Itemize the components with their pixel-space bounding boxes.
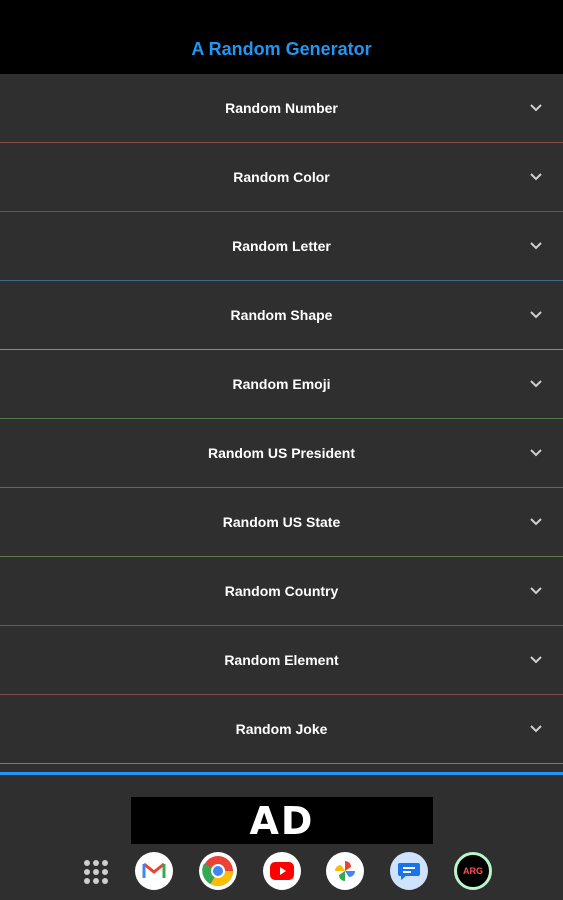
apps-grid-icon[interactable] — [84, 860, 108, 884]
accordion-random-letter[interactable]: Random Letter — [0, 212, 563, 281]
accordion-random-country[interactable]: Random Country — [0, 557, 563, 626]
ad-banner[interactable]: AD — [131, 797, 433, 844]
chevron-down-icon — [530, 104, 542, 112]
accordion-random-number[interactable]: Random Number — [0, 74, 563, 143]
accordion-label: Random US President — [207, 445, 356, 461]
accordion-random-color[interactable]: Random Color — [0, 143, 563, 212]
accordion-random-element[interactable]: Random Element — [0, 626, 563, 695]
arg-app-label: ARG — [463, 866, 483, 876]
accordion-label: Random Joke — [235, 721, 328, 737]
accordion-label: Random Shape — [230, 307, 333, 323]
app-header: A Random Generator — [0, 0, 563, 74]
chevron-down-icon — [530, 587, 542, 595]
chevron-down-icon — [530, 725, 542, 733]
accordion-random-joke[interactable]: Random Joke — [0, 695, 563, 764]
chrome-icon[interactable] — [199, 852, 237, 890]
chevron-down-icon — [530, 311, 542, 319]
accordion-label: Random Country — [224, 583, 339, 599]
accordion-random-us-state[interactable]: Random US State — [0, 488, 563, 557]
accordion-random-us-president[interactable]: Random US President — [0, 419, 563, 488]
accordion-list: Random Number Random Color Random Letter… — [0, 74, 563, 764]
gmail-icon[interactable] — [135, 852, 173, 890]
chevron-down-icon — [530, 449, 542, 457]
accordion-random-emoji[interactable]: Random Emoji — [0, 350, 563, 419]
chevron-down-icon — [530, 518, 542, 526]
chevron-down-icon — [530, 656, 542, 664]
arg-app-icon[interactable]: ARG — [454, 852, 492, 890]
accordion-label: Random Emoji — [232, 376, 331, 392]
chevron-down-icon — [530, 380, 542, 388]
app-dock: ARG — [0, 852, 563, 892]
chevron-down-icon — [530, 173, 542, 181]
accordion-label: Random Number — [225, 100, 338, 116]
messages-icon[interactable] — [390, 852, 428, 890]
footer: AD ARG — [0, 772, 563, 900]
accordion-random-shape[interactable]: Random Shape — [0, 281, 563, 350]
photos-icon[interactable] — [326, 852, 364, 890]
accordion-label: Random Letter — [232, 238, 331, 254]
accordion-label: Random Color — [233, 169, 330, 185]
footer-divider — [0, 772, 563, 775]
accordion-label: Random US State — [222, 514, 341, 530]
accordion-label: Random Element — [224, 652, 339, 668]
chevron-down-icon — [530, 242, 542, 250]
ad-label: AD — [249, 798, 315, 843]
youtube-icon[interactable] — [263, 852, 301, 890]
app-title: A Random Generator — [191, 39, 372, 59]
